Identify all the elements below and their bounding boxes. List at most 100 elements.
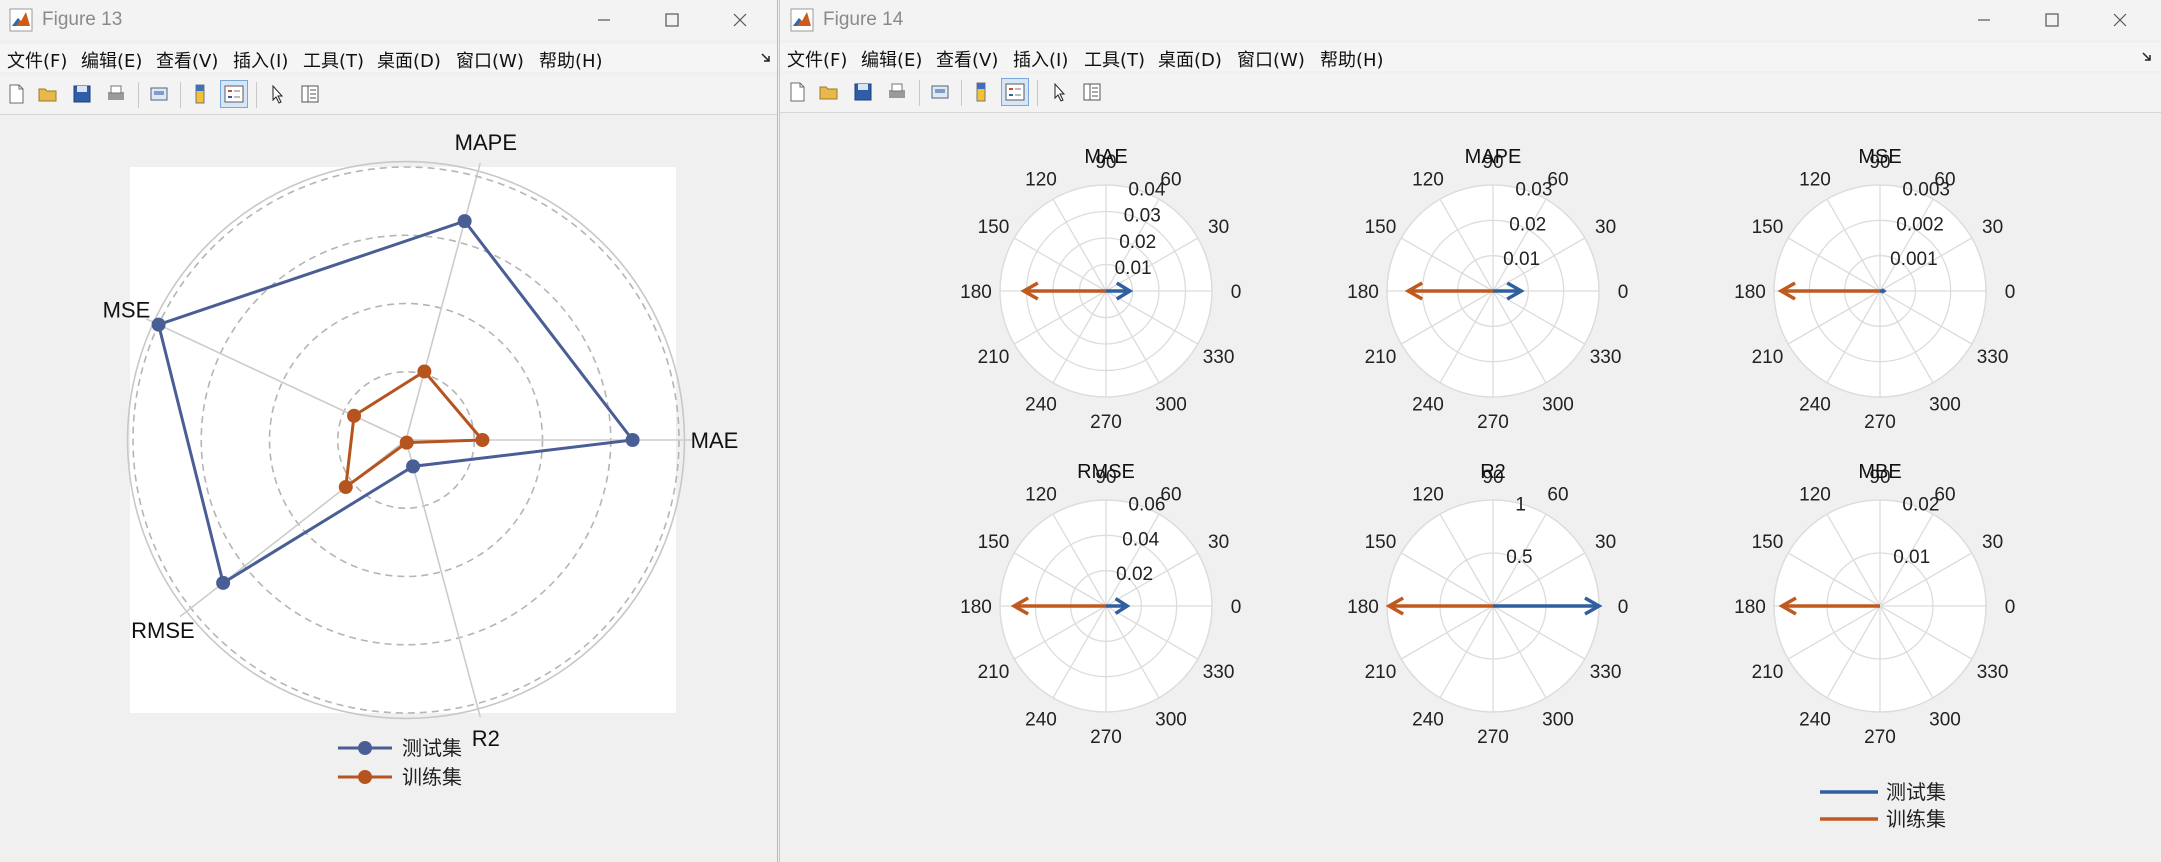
angle-tick-label: 240 — [1025, 710, 1057, 731]
radial-tick-label: 0.01 — [1893, 547, 1930, 568]
series-1-point-rmse — [338, 480, 353, 495]
angle-tick-label: 300 — [1542, 395, 1574, 416]
angle-tick-label: 330 — [1977, 662, 2009, 683]
angle-tick-label: 150 — [1365, 532, 1397, 553]
angle-tick-label: 0 — [2005, 597, 2016, 618]
angle-tick-label: 210 — [1365, 662, 1397, 683]
radial-tick-label: 0.01 — [1503, 249, 1540, 270]
subplot-title: MAE — [1084, 146, 1127, 168]
test-arrow-head — [1880, 288, 1887, 294]
angle-tick-label: 120 — [1412, 484, 1444, 505]
legend-label-1: 训练集 — [1886, 808, 1946, 831]
angle-tick-label: 0 — [2005, 282, 2016, 303]
subplot-title: MAPE — [1465, 146, 1522, 168]
angle-tick-label: 150 — [978, 532, 1010, 553]
legend-label-0: 测试集 — [402, 737, 462, 760]
angle-tick-label: 0 — [1231, 282, 1242, 303]
compass-plots: 03060901201501802102402703003300.010.020… — [960, 146, 2015, 831]
angle-tick-label: 180 — [1734, 597, 1766, 618]
angle-tick-label: 0 — [1618, 282, 1629, 303]
angle-tick-label: 210 — [978, 347, 1010, 368]
angle-tick-label: 300 — [1542, 710, 1574, 731]
angle-tick-label: 330 — [1203, 347, 1235, 368]
angle-tick-label: 270 — [1477, 727, 1509, 748]
angle-tick-label: 180 — [1734, 282, 1766, 303]
angle-tick-label: 150 — [978, 217, 1010, 238]
compass-subplot-mape: 03060901201501802102402703003300.010.020… — [1347, 146, 1628, 433]
radial-tick-label: 0.02 — [1119, 232, 1156, 253]
angle-tick-label: 300 — [1155, 395, 1187, 416]
series-0-point-mape — [457, 214, 472, 229]
radial-tick-label: 0.04 — [1128, 180, 1165, 201]
angle-tick-label: 210 — [1752, 662, 1784, 683]
compass-subplot-mae: 03060901201501802102402703003300.010.020… — [960, 146, 1241, 433]
figure-13-window: Figure 13 文件(F) 编辑(E) 查看(V) 插入(I) 工具(T) … — [0, 0, 778, 862]
angle-tick-label: 240 — [1412, 710, 1444, 731]
radial-tick-label: 0.03 — [1124, 206, 1161, 227]
legend-marker-0 — [358, 741, 372, 755]
angle-tick-label: 150 — [1752, 217, 1784, 238]
radial-tick-label: 0.02 — [1116, 564, 1153, 585]
radial-tick-label: 0.003 — [1902, 180, 1950, 201]
angle-tick-label: 30 — [1208, 217, 1229, 238]
angle-tick-label: 300 — [1929, 395, 1961, 416]
radial-tick-label: 0.01 — [1115, 258, 1152, 279]
radial-tick-label: 0.03 — [1515, 180, 1552, 201]
radial-tick-label: 0.001 — [1890, 249, 1938, 270]
legend-label-1: 训练集 — [402, 766, 462, 789]
angle-tick-label: 210 — [1365, 347, 1397, 368]
angle-tick-label: 240 — [1799, 710, 1831, 731]
compass-subplot-mbe: 03060901201501802102402703003300.010.02M… — [1734, 461, 2015, 748]
radial-tick-label: 0.02 — [1509, 214, 1546, 235]
angle-tick-label: 30 — [1595, 217, 1616, 238]
angle-tick-label: 240 — [1799, 395, 1831, 416]
angle-tick-label: 180 — [1347, 597, 1379, 618]
axis-label-r2: R2 — [472, 726, 500, 751]
angle-tick-label: 150 — [1752, 532, 1784, 553]
radial-tick-label: 0.002 — [1896, 214, 1944, 235]
radial-tick-label: 0.06 — [1128, 495, 1165, 516]
angle-tick-label: 270 — [1090, 727, 1122, 748]
series-0-point-rmse — [216, 575, 231, 590]
angle-tick-label: 210 — [978, 662, 1010, 683]
angle-tick-label: 300 — [1929, 710, 1961, 731]
series-1-point-mape — [417, 364, 432, 379]
angle-tick-label: 0 — [1231, 597, 1242, 618]
angle-tick-label: 180 — [960, 282, 992, 303]
angle-tick-label: 30 — [1982, 217, 2003, 238]
angle-tick-label: 270 — [1477, 412, 1509, 433]
compass-subplot-r2: 03060901201501802102402703003300.51R2 — [1347, 461, 1628, 748]
angle-tick-label: 330 — [1590, 662, 1622, 683]
angle-tick-label: 330 — [1590, 347, 1622, 368]
series-1-point-r2 — [399, 435, 414, 450]
subplot-title: MBE — [1858, 461, 1901, 483]
subplot-title: R2 — [1480, 461, 1506, 483]
series-1-point-mse — [347, 408, 362, 423]
radial-tick-label: 0.5 — [1506, 547, 1532, 568]
angle-tick-label: 270 — [1864, 412, 1896, 433]
radial-tick-label: 1 — [1515, 495, 1526, 516]
angle-tick-label: 180 — [960, 597, 992, 618]
radial-tick-label: 0.04 — [1122, 529, 1159, 550]
axis-label-rmse: RMSE — [131, 618, 195, 643]
angle-tick-label: 330 — [1203, 662, 1235, 683]
angle-tick-label: 0 — [1618, 597, 1629, 618]
legend-marker-1 — [358, 770, 372, 784]
figure-14-window: Figure 14 文件(F) 编辑(E) 查看(V) 插入(I) 工具(T) … — [779, 0, 2161, 862]
angle-tick-label: 330 — [1977, 347, 2009, 368]
axis-label-mae: MAE — [691, 428, 739, 453]
angle-tick-label: 270 — [1864, 727, 1896, 748]
series-0-point-mse — [151, 317, 166, 332]
angle-tick-label: 30 — [1982, 532, 2003, 553]
series-0-point-mae — [625, 433, 640, 447]
radial-tick-label: 0.02 — [1902, 495, 1939, 516]
radar-chart: MAE MAPE MSE RMSE R2 测试集训练集 — [103, 130, 739, 789]
angle-tick-label: 300 — [1155, 710, 1187, 731]
angle-tick-label: 60 — [1547, 484, 1568, 505]
angle-tick-label: 30 — [1595, 532, 1616, 553]
angle-tick-label: 30 — [1208, 532, 1229, 553]
angle-tick-label: 180 — [1347, 282, 1379, 303]
subplot-title: RMSE — [1077, 461, 1135, 483]
angle-tick-label: 210 — [1752, 347, 1784, 368]
compass-subplot-mse: 03060901201501802102402703003300.0010.00… — [1734, 146, 2015, 433]
